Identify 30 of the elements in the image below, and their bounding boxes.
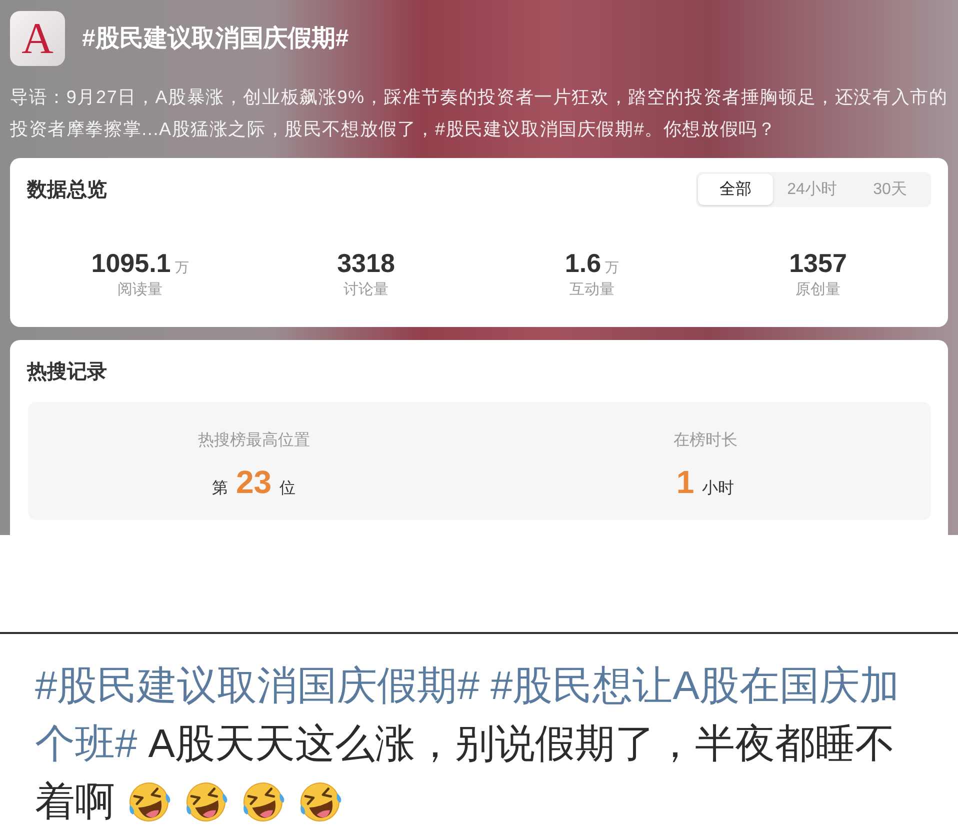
post-text: 着啊: [35, 779, 115, 826]
record-value: 23: [236, 463, 272, 502]
value-unit: 小时: [702, 478, 734, 499]
record-label: 在榜时长: [673, 430, 738, 451]
stat-label: 讨论量: [344, 280, 388, 300]
value-prefix: 第: [212, 479, 228, 499]
hashtag-link[interactable]: 个班#: [35, 720, 138, 768]
stat-value: 1095.1: [91, 248, 171, 278]
hashtag-link[interactable]: #股民想让A股在国庆加: [490, 662, 900, 710]
topic-title: #股民建议取消国庆假期#: [82, 24, 349, 54]
logo: A: [10, 11, 65, 66]
stat-unit: 万: [605, 258, 620, 277]
stat-label: 原创量: [796, 280, 840, 300]
tab[interactable]: 全部: [698, 174, 773, 205]
tab[interactable]: 24小时: [773, 174, 851, 205]
stat-label: 互动量: [570, 280, 614, 300]
tab[interactable]: 30天: [851, 174, 929, 205]
post-text: A股天天这么涨，别说假期了，半夜都睡不: [148, 721, 895, 768]
record-value: 1: [676, 463, 694, 502]
stat-value: 3318: [337, 248, 395, 278]
hashtag-link[interactable]: #股民建议取消国庆假期#: [35, 662, 480, 710]
record-label: 热搜榜最高位置: [198, 430, 310, 451]
stat-label: 阅读量: [118, 280, 162, 300]
stat-value: 1357: [789, 248, 847, 278]
card-title: 数据总览: [27, 178, 107, 202]
value-unit: 位: [280, 479, 296, 499]
intro-text: 导语：9月27日，A股暴涨，创业板飙涨9%，踩准节奏的投资者一片狂欢，踏空的投资者捶胸顿足，还没有入市的投资者摩拳擦掌...A股猛涨之际，股民不想放假了，#股民建议取消国庆假期#。你想放假吗？: [10, 86, 949, 141]
stat-unit: 万: [174, 258, 189, 277]
stat-value: 1.6: [564, 248, 602, 278]
card-title: 热搜记录: [27, 360, 107, 384]
